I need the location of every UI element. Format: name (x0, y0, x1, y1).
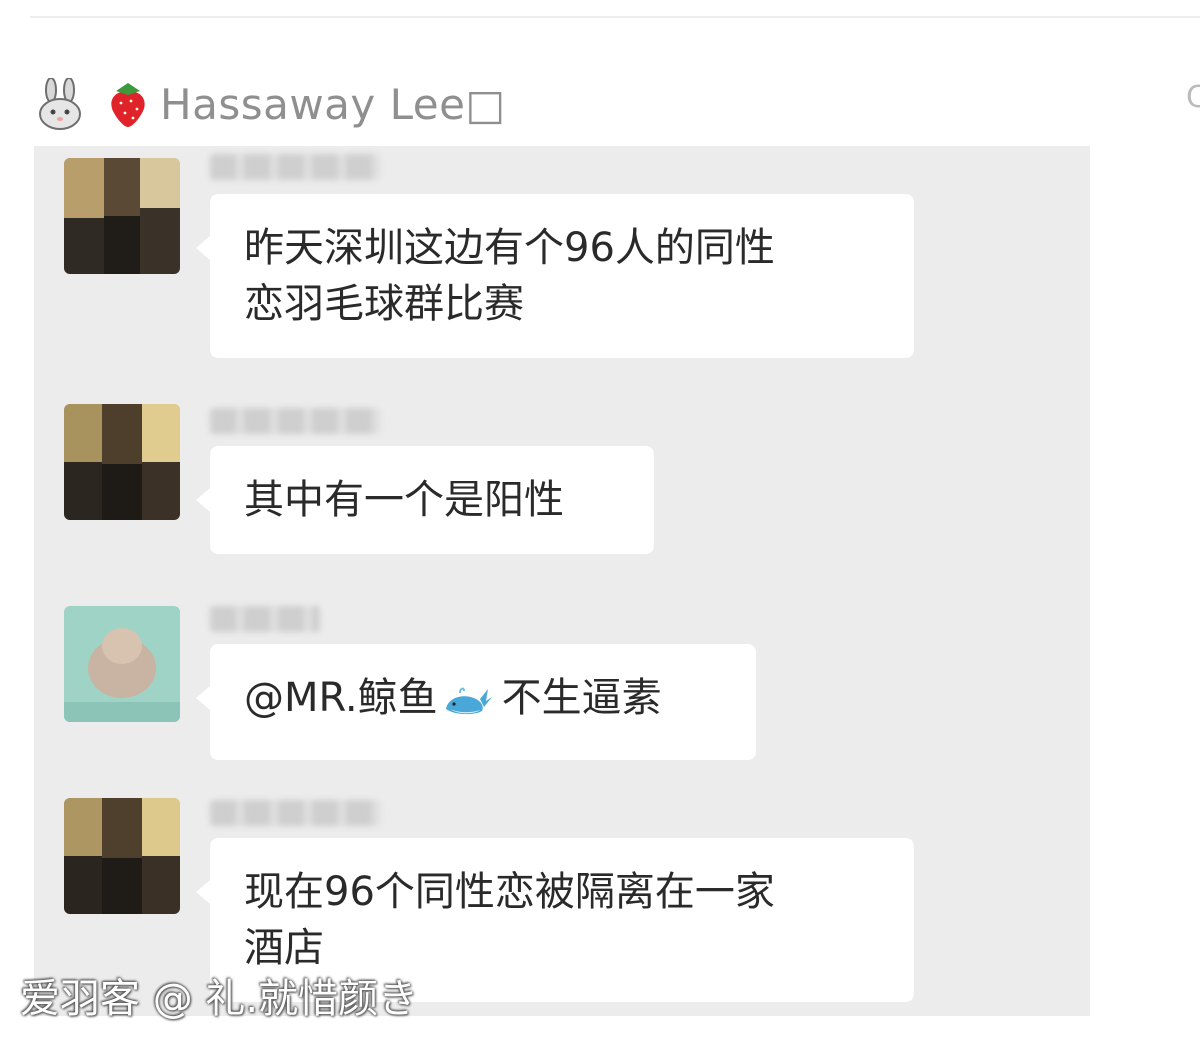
bunny-icon (36, 77, 84, 130)
sender-name-blurred (210, 154, 380, 180)
avatar (64, 798, 180, 914)
edge-glyph: C (1186, 80, 1200, 115)
sender-name-blurred (210, 800, 380, 826)
avatar (64, 404, 180, 520)
message-line: 恋羽毛球群比赛 (244, 281, 524, 327)
chat-screenshot: 昨天深圳这边有个96人的同性 恋羽毛球群比赛 其中有一个是阳性 @MR.鲸鱼 不… (34, 146, 1090, 1016)
avatar (64, 158, 180, 274)
strawberry-icon (106, 79, 150, 129)
message-bubble: 昨天深圳这边有个96人的同性 恋羽毛球群比赛 (196, 194, 914, 358)
post-header: Hassaway Lee□ (36, 74, 506, 134)
message-bubble: @MR.鲸鱼 不生逼素 (196, 644, 756, 760)
mention: @MR.鲸鱼 (244, 675, 438, 721)
message-bubble: 其中有一个是阳性 (196, 446, 654, 554)
message-line: 昨天深圳这边有个96人的同性 (244, 225, 775, 271)
sender-name-blurred (210, 606, 320, 632)
message-line: 其中有一个是阳性 (244, 477, 564, 523)
avatar (64, 606, 180, 722)
whale-icon (442, 678, 492, 734)
top-divider (30, 16, 1200, 18)
message-line: @MR.鲸鱼 不生逼素 (244, 670, 722, 734)
author-name[interactable]: Hassaway Lee□ (160, 80, 506, 129)
message-text: 不生逼素 (501, 675, 662, 721)
message-line: 现在96个同性恋被隔离在一家 (244, 869, 775, 915)
watermark: 爱羽客 @ 礼.就惜颜き (20, 976, 419, 1022)
sender-name-blurred (210, 408, 380, 434)
